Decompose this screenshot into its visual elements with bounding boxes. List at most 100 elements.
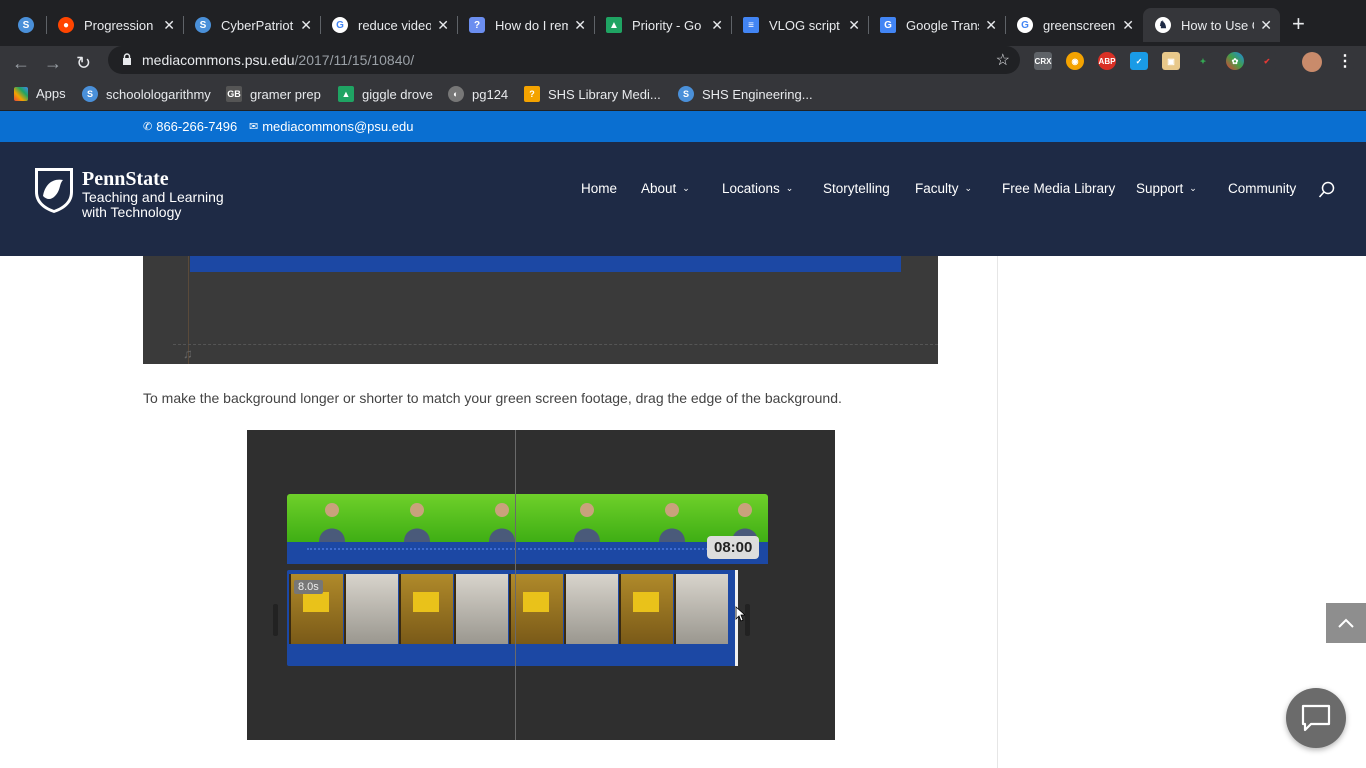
leaf-extension-icon[interactable]: ✦ [1194, 52, 1212, 70]
adblock-extension-icon[interactable]: ABP [1098, 52, 1116, 70]
envelope-icon: ✉ [249, 121, 259, 133]
url-host: mediacommons.psu.edu [142, 52, 295, 68]
nav-locations[interactable]: Locations ⌄ [722, 181, 793, 196]
nav-storytelling[interactable]: Storytelling [823, 181, 890, 196]
person-thumbnail [319, 503, 345, 542]
close-icon[interactable]: ✕ [1260, 17, 1272, 34]
email-link[interactable]: ✉ mediacommons@psu.edu [249, 119, 413, 134]
chat-button[interactable] [1286, 688, 1346, 748]
tab-3[interactable]: G reduce video ✕ [320, 8, 458, 42]
audio-waveform-track [287, 542, 768, 564]
chevron-up-icon [1338, 618, 1354, 628]
timecode-tooltip: 08:00 [707, 536, 760, 559]
clip-frame [344, 574, 398, 644]
tab-1[interactable]: ● Progression ✕ [46, 8, 184, 42]
nav-about[interactable]: About ⌄ [641, 181, 690, 196]
drive-icon: ▲ [338, 86, 354, 102]
chevron-down-icon: ⌄ [964, 183, 973, 193]
checklist-extension-icon[interactable]: ✓ [1130, 52, 1148, 70]
reload-icon[interactable]: ↻ [76, 52, 91, 74]
nav-label: Free Media Library [1002, 181, 1116, 196]
bookmark-item[interactable]: ? SHS Library Medi... [524, 86, 661, 102]
menu-kebab-icon[interactable]: ⋮ [1336, 52, 1354, 70]
close-icon[interactable]: ✕ [848, 17, 860, 34]
tab-8[interactable]: G greenscreen ✕ [1005, 8, 1142, 42]
bookmark-item[interactable]: GB gramer prep [226, 86, 321, 102]
tab-title: Google Trans [906, 17, 980, 33]
nav-home[interactable]: Home [581, 181, 617, 196]
url-text: mediacommons.psu.edu/2017/11/15/10840/ [142, 52, 414, 68]
timeline-clip [190, 256, 901, 272]
logo-subtitle: Teaching and Learning with Technology [82, 189, 224, 220]
forward-icon[interactable]: → [44, 52, 62, 74]
close-icon[interactable]: ✕ [1122, 17, 1134, 34]
nav-faculty[interactable]: Faculty ⌄ [915, 181, 972, 196]
timeline-screenshot-drag: 8.0s 08:00 [247, 430, 835, 740]
clip-frame [564, 574, 618, 644]
tab-7[interactable]: G Google Trans ✕ [868, 8, 1006, 42]
new-tab-icon[interactable]: + [1292, 13, 1305, 35]
close-icon[interactable]: ✕ [300, 17, 312, 34]
profile-avatar[interactable] [1302, 52, 1322, 72]
close-icon[interactable]: ✕ [163, 17, 175, 34]
owl-extension-icon[interactable]: ◉ [1066, 52, 1084, 70]
pennstate-icon: ♞ [1155, 17, 1171, 33]
chevron-down-icon: ⌄ [1189, 183, 1197, 193]
drive-icon: ▲ [606, 17, 622, 33]
clip-duration-badge: 8.0s [294, 580, 323, 594]
clip-frame [454, 574, 508, 644]
nav-support[interactable]: Support ⌄ [1136, 181, 1197, 196]
lock-icon [123, 53, 131, 65]
instruction-paragraph: To make the background longer or shorter… [143, 390, 842, 406]
close-icon[interactable]: ✕ [985, 17, 997, 34]
timeline-left-handle[interactable] [273, 604, 278, 636]
tab-schoology[interactable]: S [6, 8, 47, 42]
tab-title: reduce video [358, 17, 432, 33]
gbi-icon: GB [226, 86, 242, 102]
phone-link[interactable]: ✆ 866-266-7496 [143, 119, 237, 134]
close-icon[interactable]: ✕ [437, 17, 449, 34]
nav-free-media-library[interactable]: Free Media Library [1002, 181, 1115, 196]
address-bar[interactable]: mediacommons.psu.edu/2017/11/15/10840/ ☆ [108, 46, 1020, 74]
logo-name[interactable]: PennState [82, 168, 169, 191]
warning-sign [523, 592, 549, 612]
tab-active[interactable]: ♞ How to Use G ✕ [1143, 8, 1280, 42]
person-thumbnail [659, 503, 685, 542]
bookmark-item[interactable]: ◐ pg124 [448, 86, 508, 102]
library-icon: ? [524, 86, 540, 102]
pennstate-shield-icon[interactable] [33, 166, 75, 214]
search-icon[interactable] [1318, 181, 1336, 199]
docs-icon: ≡ [743, 17, 759, 33]
bookmark-item[interactable]: S schoolologarithmy [82, 86, 211, 102]
tab-2[interactable]: S CyberPatriot ✕ [183, 8, 321, 42]
url-path: /2017/11/15/10840/ [294, 52, 415, 68]
playhead[interactable] [515, 430, 516, 740]
nav-label: Support [1136, 181, 1184, 196]
tab-title: VLOG script [769, 17, 840, 33]
box-extension-icon[interactable]: ▣ [1162, 52, 1180, 70]
mouse-cursor-icon [735, 606, 745, 622]
tab-title: greenscreen [1043, 17, 1116, 33]
nav-label: About [641, 181, 677, 196]
schoology-icon: S [195, 17, 211, 33]
back-icon[interactable]: ← [12, 52, 30, 74]
tab-5[interactable]: ▲ Priority - Go ✕ [594, 8, 732, 42]
close-icon[interactable]: ✕ [711, 17, 723, 34]
timeline-screenshot-top: ♫ [143, 256, 938, 364]
warning-sign [413, 592, 439, 612]
close-icon[interactable]: ✕ [574, 17, 586, 34]
background-clip[interactable]: 8.0s [287, 570, 737, 666]
tab-title: How do I rem [495, 17, 569, 33]
nav-community[interactable]: Community [1228, 181, 1296, 196]
timeline-right-handle[interactable] [745, 604, 750, 636]
tab-6[interactable]: ≡ VLOG script ✕ [731, 8, 869, 42]
back-to-top-button[interactable] [1326, 603, 1366, 643]
bookmark-star-icon[interactable]: ☆ [996, 50, 1010, 70]
color-extension-icon[interactable]: ✿ [1226, 52, 1244, 70]
bookmark-apps[interactable]: Apps [14, 86, 66, 101]
tab-4[interactable]: ? How do I rem ✕ [457, 8, 595, 42]
bookmark-item[interactable]: ▲ giggle drove [338, 86, 433, 102]
crx-extension-icon[interactable]: CRX [1034, 52, 1052, 70]
swoosh-extension-icon[interactable]: ✔ [1258, 52, 1276, 70]
bookmark-item[interactable]: S SHS Engineering... [678, 86, 813, 102]
